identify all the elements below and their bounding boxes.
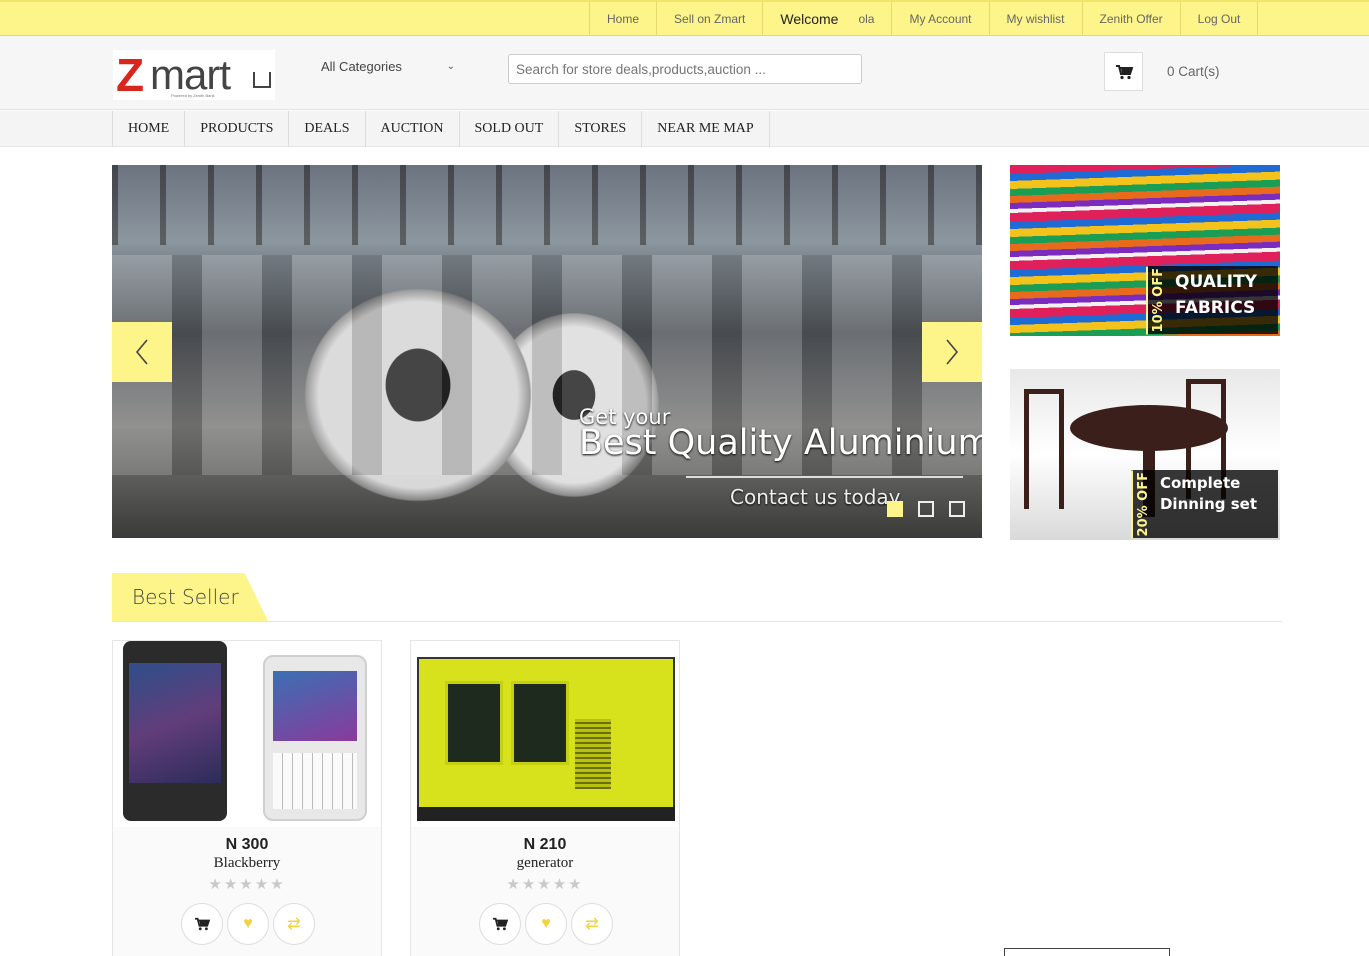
nav-near-me-map[interactable]: NEAR ME MAP [642,111,770,147]
phone-image [123,641,227,821]
banner-promo: 20% OFF Complete Dinning set [1130,469,1278,538]
compare-button[interactable]: ⇄ [571,903,613,945]
generator-door [511,681,569,765]
generator-door [445,681,503,765]
nav-deals[interactable]: DEALS [289,111,366,147]
slider-caption-sub: Contact us today [730,485,901,509]
category-selected: All Categories [321,58,402,74]
cart-icon [1115,64,1133,79]
nav-stores[interactable]: STORES [559,111,643,147]
logo-cart-icon [253,72,271,88]
banner-dinning-set[interactable]: 20% OFF Complete Dinning set [1010,369,1280,540]
top-link-home[interactable]: Home [589,2,656,36]
slider-next-button[interactable] [922,322,982,382]
chair-image [1024,389,1064,509]
welcome-block: Welcome ola [762,2,891,36]
phone-screen [129,663,221,783]
chevron-down-icon: ⌄ [446,60,455,72]
rating-stars: ★★★★★ [506,876,584,893]
cart-icon [493,917,508,931]
zmart-logo[interactable]: Z mart Powered by Zenith Bank [113,50,275,100]
cart-count[interactable]: 0 Cart(s) [1167,64,1220,79]
swap-icon: ⇄ [585,916,599,933]
cart-icon [195,917,210,931]
add-to-cart-button[interactable] [181,903,223,945]
hero-slider[interactable]: Get your Best Quality Aluminium Contact … [112,165,982,538]
best-seller-title: Best Seller [112,573,268,621]
banner-promo: 10% OFF QUALITY FABRICS [1146,265,1278,334]
heart-icon: ♥ [541,915,551,932]
top-link-sell[interactable]: Sell on Zmart [656,2,762,36]
partial-widget [1004,948,1170,956]
banner-line-1: QUALITY [1175,271,1257,292]
generator-base [417,807,675,821]
product-image[interactable] [113,641,381,827]
slider-dots [887,501,965,517]
generator-vent [575,719,611,789]
add-to-cart-button[interactable] [479,903,521,945]
product-name[interactable]: Blackberry [113,855,381,872]
logo-tagline: Powered by Zenith Bank [171,93,215,98]
chevron-right-icon [946,339,959,365]
banner-discount: 10% OFF [1146,265,1170,334]
chevron-left-icon [135,339,148,365]
top-nav: Home Sell on Zmart Welcome ola My Accoun… [589,2,1259,36]
slider-dot-3[interactable] [949,501,965,517]
swap-icon: ⇄ [287,916,301,933]
search-input[interactable] [508,54,862,84]
slider-dot-2[interactable] [918,501,934,517]
top-link-zenith-offer[interactable]: Zenith Offer [1081,2,1180,36]
product-card[interactable]: N 210 generator ★★★★★ ♥ ⇄ [410,640,680,956]
main-nav: HOME PRODUCTS DEALS AUCTION SOLD OUT STO… [0,111,1369,147]
main-nav-items: HOME PRODUCTS DEALS AUCTION SOLD OUT STO… [112,111,770,147]
compare-button[interactable]: ⇄ [273,903,315,945]
banner-line-2: Dinning set [1159,494,1257,513]
banner-line-1: Complete [1159,473,1241,492]
top-link-my-account[interactable]: My Account [891,2,988,36]
banner-discount: 20% OFF [1130,469,1154,538]
category-select[interactable]: All Categories ⌄ [321,56,455,76]
logo-z: Z [116,49,145,101]
slider-image-ceiling [112,165,982,245]
header: Z mart Powered by Zenith Bank All Catego… [0,36,1369,110]
nav-sold-out[interactable]: SOLD OUT [460,111,560,147]
product-card[interactable]: N 300 Blackberry ★★★★★ ♥ ⇄ [112,640,382,956]
banner-quality-fabrics[interactable]: 10% OFF QUALITY FABRICS [1010,165,1280,336]
top-link-log-out[interactable]: Log Out [1179,2,1259,36]
heart-icon: ♥ [243,915,253,932]
add-to-wishlist-button[interactable]: ♥ [525,903,567,945]
slider-dot-1[interactable] [887,501,903,517]
slider-caption-divider [686,476,963,478]
welcome-text: Welcome [780,11,839,27]
cart-button[interactable] [1104,52,1143,91]
product-actions: ♥ ⇄ [479,903,613,945]
generator-image [417,657,675,821]
nav-home[interactable]: HOME [113,111,186,147]
product-price: N 300 [225,836,269,853]
phone-screen [273,671,357,741]
slider-prev-button[interactable] [112,322,172,382]
add-to-wishlist-button[interactable]: ♥ [227,903,269,945]
phone-image [263,655,367,821]
best-seller-header: Best Seller [112,573,1282,622]
nav-products[interactable]: PRODUCTS [185,111,290,147]
top-link-my-wishlist[interactable]: My wishlist [988,2,1082,36]
nav-auction[interactable]: AUCTION [366,111,460,147]
table-image [1070,405,1228,451]
product-actions: ♥ ⇄ [181,903,315,945]
product-name[interactable]: generator [411,855,679,872]
top-bar: Home Sell on Zmart Welcome ola My Accoun… [0,0,1369,36]
banner-line-2: FABRICS [1175,297,1256,318]
phone-keyboard [273,753,357,809]
rating-stars: ★★★★★ [208,876,286,893]
slider-caption-title: Best Quality Aluminium [579,423,982,463]
product-price: N 210 [523,836,567,853]
banner-text: QUALITY FABRICS [1169,266,1263,334]
banner-text: Complete Dinning set [1154,470,1263,538]
username[interactable]: ola [858,12,874,26]
product-image[interactable] [411,641,679,827]
